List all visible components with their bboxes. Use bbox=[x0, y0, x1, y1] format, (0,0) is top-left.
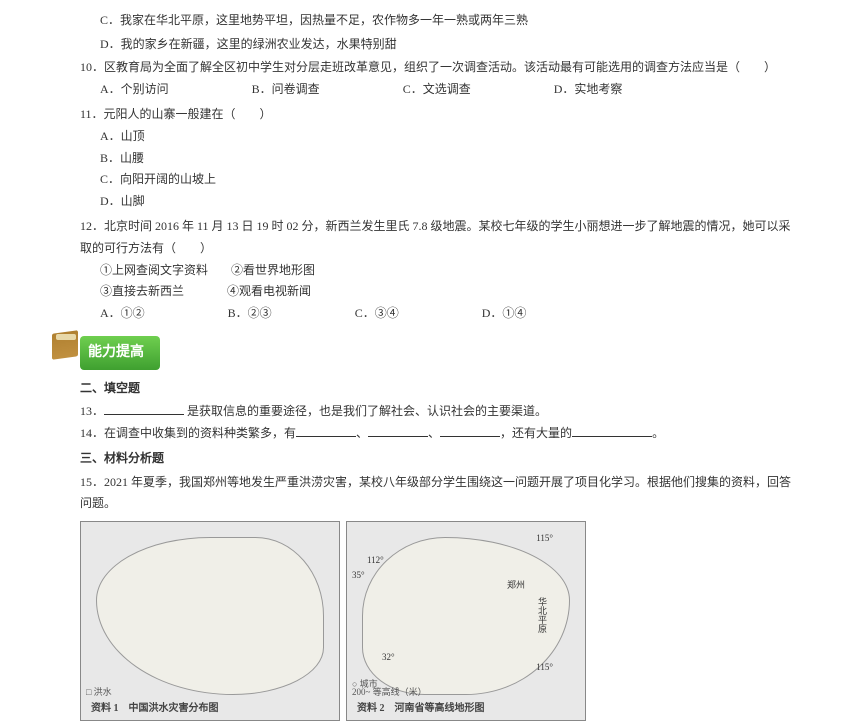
q13-num: 13． bbox=[80, 404, 104, 418]
q12-c2: ②看世界地形图 bbox=[231, 260, 315, 282]
q10-a: A．个别访问 bbox=[100, 79, 169, 101]
section-3-title: 三、材料分析题 bbox=[80, 448, 800, 470]
fig2-coord-32: 32° bbox=[382, 649, 395, 665]
q15-text: 15．2021 年夏季，我国郑州等地发生严重洪涝灾害，某校八年级部分学生围绕这一… bbox=[60, 472, 800, 515]
q13-blank[interactable] bbox=[104, 401, 184, 415]
q12-c1: ①上网查阅文字资料 bbox=[100, 260, 208, 282]
q10-text: 10．区教育局为全面了解全区初中学生对分层走班改革意见，组织了一次调查活动。该活… bbox=[60, 57, 800, 79]
q11-b: B．山腰 bbox=[100, 148, 400, 170]
fig2-label-hbph: 华北平原 bbox=[534, 597, 550, 633]
q12-c3: ③直接去新西兰 bbox=[100, 281, 184, 303]
figure-1-caption: 资料 1 中国洪水灾害分布图 bbox=[91, 700, 219, 718]
fig2-coord-115-bot: 115° bbox=[536, 659, 553, 675]
q12-c4: ④观看电视新闻 bbox=[227, 281, 311, 303]
q14-blank-3[interactable] bbox=[440, 423, 500, 437]
q12-choices-34: ③直接去新西兰 ④观看电视新闻 bbox=[60, 281, 800, 303]
q9-option-c: C．我家在华北平原，这里地势平坦，因热量不足，农作物多一年一熟或两年三熟 bbox=[60, 10, 800, 32]
fig2-coord-115-top: 115° bbox=[536, 530, 553, 546]
q14-blank-1[interactable] bbox=[296, 423, 356, 437]
section-2-title: 二、填空题 bbox=[80, 378, 800, 400]
figure-1-legend: □ 洪水 bbox=[86, 684, 112, 700]
q14-pre: 14．在调查中收集到的资料种类繁多，有 bbox=[80, 426, 296, 440]
q14-sep2: 、 bbox=[428, 426, 440, 440]
fig2-coord-35: 35° bbox=[352, 567, 365, 583]
q14-mid: ，还有大量的 bbox=[500, 426, 572, 440]
q14-blank-2[interactable] bbox=[368, 423, 428, 437]
q9-option-d: D．我的家乡在新疆，这里的绿洲农业发达，水果特别甜 bbox=[60, 34, 800, 56]
q11-options-ab: A．山顶 B．山腰 bbox=[60, 126, 800, 169]
q11-options-cd: C．向阳开阔的山坡上 D．山脚 bbox=[60, 169, 800, 212]
fig2-label-zz: 郑州 bbox=[507, 577, 525, 593]
q11-c: C．向阳开阔的山坡上 bbox=[100, 169, 400, 191]
q12-b: B．②③ bbox=[228, 303, 272, 325]
q13-tail: 是获取信息的重要途径，也是我们了解社会、认识社会的主要渠道。 bbox=[187, 404, 547, 418]
q11-a: A．山顶 bbox=[100, 126, 400, 148]
q12-d: D．①④ bbox=[482, 303, 527, 325]
q12-choices-12: ①上网查阅文字资料 ②看世界地形图 bbox=[60, 260, 800, 282]
q12-c: C．③④ bbox=[355, 303, 399, 325]
q13: 13． 是获取信息的重要途径，也是我们了解社会、认识社会的主要渠道。 bbox=[60, 401, 800, 423]
q10-b: B．问卷调查 bbox=[252, 79, 320, 101]
q11-d: D．山脚 bbox=[100, 191, 400, 213]
fig2-coord-112: 112° bbox=[367, 552, 384, 568]
q10-options: A．个别访问 B．问卷调查 C．文选调查 D．实地考察 bbox=[60, 79, 800, 101]
q10-c: C．文选调查 bbox=[403, 79, 471, 101]
q10-d: D．实地考察 bbox=[554, 79, 623, 101]
figures: □ 洪水 资料 1 中国洪水灾害分布图 115° 112° 35° 32° 郑州… bbox=[80, 521, 800, 721]
q11-text: 11．元阳人的山寨一般建在（ ） bbox=[60, 104, 800, 126]
q14: 14．在调查中收集到的资料种类繁多，有 、 、 ，还有大量的 。 bbox=[60, 423, 800, 445]
map-1-shape bbox=[96, 537, 324, 695]
q12-text: 12．北京时间 2016 年 11 月 13 日 19 时 02 分，新西兰发生… bbox=[60, 216, 800, 259]
q12-options: A．①② B．②③ C．③④ D．①④ bbox=[60, 303, 800, 325]
q14-blank-4[interactable] bbox=[572, 423, 652, 437]
q14-end: 。 bbox=[652, 426, 664, 440]
figure-2: 115° 112° 35° 32° 郑州 华北平原 115° ○ 城市 200~… bbox=[346, 521, 586, 721]
ability-badge: 能力提高 bbox=[80, 336, 160, 369]
figure-2-legend-contour: 200~ 等高线（米） bbox=[352, 684, 427, 700]
figure-2-caption: 资料 2 河南省等高线地形图 bbox=[357, 700, 485, 718]
figure-1: □ 洪水 资料 1 中国洪水灾害分布图 bbox=[80, 521, 340, 721]
q14-sep1: 、 bbox=[356, 426, 368, 440]
q12-a: A．①② bbox=[100, 303, 145, 325]
